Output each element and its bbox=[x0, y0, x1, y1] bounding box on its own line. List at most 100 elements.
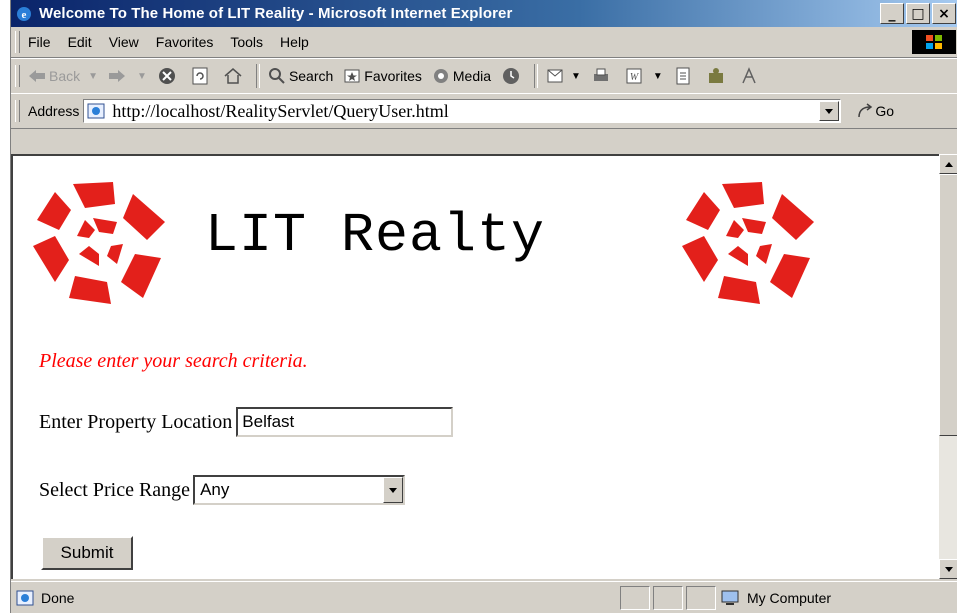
forward-arrow-icon bbox=[109, 70, 126, 82]
history-icon bbox=[503, 68, 520, 84]
home-icon bbox=[224, 68, 242, 84]
page-icon bbox=[87, 103, 105, 119]
print-icon bbox=[593, 68, 608, 81]
menu-help[interactable]: Help bbox=[280, 34, 309, 50]
search-prompt: Please enter your search criteria. bbox=[39, 350, 308, 372]
forward-button[interactable]: ▼ bbox=[108, 69, 147, 83]
chevron-up-icon bbox=[944, 161, 953, 167]
security-zone: My Computer bbox=[719, 589, 831, 607]
status-text: Done bbox=[41, 590, 75, 606]
zone-label: My Computer bbox=[747, 590, 832, 606]
history-button[interactable] bbox=[501, 66, 524, 86]
address-dropdown-button[interactable] bbox=[819, 101, 840, 121]
back-arrow-icon bbox=[29, 70, 45, 82]
word-edit-icon: W bbox=[626, 68, 642, 84]
edit-dropdown-icon[interactable]: ▼ bbox=[653, 71, 663, 82]
location-label: Enter Property Location bbox=[39, 410, 233, 433]
go-arrow-icon bbox=[858, 103, 873, 118]
stop-icon bbox=[158, 68, 175, 84]
vertical-scrollbar[interactable] bbox=[939, 154, 957, 579]
stop-button[interactable] bbox=[157, 66, 180, 86]
favorites-label: Favorites bbox=[364, 68, 422, 84]
favorites-icon bbox=[344, 69, 360, 83]
search-label: Search bbox=[288, 68, 334, 84]
lit-logo-left bbox=[33, 182, 165, 304]
close-button[interactable]: × bbox=[932, 3, 956, 24]
go-label: Go bbox=[875, 103, 895, 119]
refresh-button[interactable] bbox=[190, 66, 213, 86]
windows-logo-icon bbox=[912, 30, 956, 54]
toolbar-separator bbox=[255, 64, 260, 88]
back-button[interactable]: Back ▼ bbox=[28, 68, 98, 84]
research-button[interactable] bbox=[739, 66, 762, 86]
menu-file[interactable]: File bbox=[28, 34, 51, 50]
search-icon bbox=[268, 68, 285, 84]
title-bar[interactable]: e Welcome To The Home of LIT Reality - M… bbox=[11, 0, 957, 27]
address-label: Address bbox=[28, 103, 80, 119]
price-row: Select Price Range Any bbox=[39, 475, 406, 505]
address-bar: Address http://localhost/RealityServlet/… bbox=[11, 93, 957, 129]
back-label: Back bbox=[49, 68, 81, 84]
discuss-button[interactable] bbox=[673, 66, 696, 86]
back-dropdown-icon[interactable]: ▼ bbox=[88, 71, 98, 82]
submit-button[interactable]: Submit bbox=[41, 536, 133, 570]
page-done-icon bbox=[16, 590, 34, 606]
address-url[interactable]: http://localhost/RealityServlet/QueryUse… bbox=[112, 101, 448, 122]
forward-dropdown-icon[interactable]: ▼ bbox=[137, 71, 147, 82]
price-label: Select Price Range bbox=[39, 478, 191, 501]
research-icon bbox=[742, 67, 756, 84]
mail-icon bbox=[547, 69, 563, 83]
menubar-grip bbox=[15, 31, 20, 53]
window-title: Welcome To The Home of LIT Reality - Mic… bbox=[39, 5, 513, 22]
edit-button[interactable]: W ▼ bbox=[624, 66, 663, 86]
status-pane bbox=[653, 586, 683, 610]
addressbar-grip bbox=[15, 100, 20, 122]
standard-toolbar: Back ▼ ▼ Search Favorites Media ▼ W ▼ bbox=[11, 58, 957, 94]
toolbar-grip bbox=[15, 65, 20, 87]
page-content: LIT Realty Please enter your search crit… bbox=[11, 154, 939, 579]
print-button[interactable] bbox=[591, 66, 614, 86]
chevron-down-icon bbox=[389, 487, 398, 493]
price-selected-value: Any bbox=[200, 480, 230, 499]
scroll-thumb[interactable] bbox=[939, 174, 957, 436]
minimize-button[interactable]: _ bbox=[880, 3, 904, 24]
mail-button[interactable]: ▼ bbox=[546, 66, 581, 86]
location-row: Enter Property Location bbox=[39, 407, 454, 437]
scroll-up-button[interactable] bbox=[939, 154, 957, 174]
media-label: Media bbox=[452, 68, 492, 84]
ie-icon: e bbox=[17, 6, 31, 21]
status-pane bbox=[620, 586, 650, 610]
search-button[interactable]: Search bbox=[268, 67, 333, 85]
menu-view[interactable]: View bbox=[109, 34, 139, 50]
price-dropdown-button[interactable] bbox=[383, 477, 404, 503]
discuss-icon bbox=[676, 67, 690, 85]
browser-window: e Welcome To The Home of LIT Reality - M… bbox=[10, 0, 957, 613]
menu-favorites[interactable]: Favorites bbox=[156, 34, 214, 50]
scroll-down-button[interactable] bbox=[939, 559, 957, 579]
refresh-icon bbox=[192, 67, 208, 85]
media-icon bbox=[433, 69, 448, 83]
status-pane bbox=[686, 586, 716, 610]
status-main-pane: Done bbox=[15, 589, 620, 607]
computer-icon bbox=[721, 590, 739, 605]
home-button[interactable] bbox=[223, 66, 246, 86]
favorites-button[interactable]: Favorites bbox=[343, 67, 422, 85]
menu-tools[interactable]: Tools bbox=[230, 34, 263, 50]
svg-text:e: e bbox=[22, 9, 27, 21]
menu-bar: File Edit View Favorites Tools Help bbox=[11, 27, 957, 58]
status-bar: Done My Computer bbox=[11, 581, 957, 614]
media-button[interactable]: Media bbox=[432, 67, 491, 85]
maximize-button[interactable]: □ bbox=[906, 3, 930, 24]
chevron-down-icon bbox=[825, 108, 834, 114]
location-input[interactable] bbox=[236, 407, 454, 437]
lit-logo-right bbox=[682, 182, 814, 304]
go-button[interactable]: Go bbox=[857, 103, 894, 119]
price-range-select[interactable]: Any bbox=[193, 475, 406, 505]
address-input[interactable]: http://localhost/RealityServlet/QueryUse… bbox=[83, 99, 842, 123]
mail-dropdown-icon[interactable]: ▼ bbox=[571, 71, 581, 82]
menu-edit[interactable]: Edit bbox=[68, 34, 92, 50]
toolbar-separator bbox=[534, 64, 539, 88]
chevron-down-icon bbox=[944, 566, 953, 572]
messenger-button[interactable] bbox=[706, 66, 729, 86]
messenger-icon bbox=[708, 68, 723, 83]
